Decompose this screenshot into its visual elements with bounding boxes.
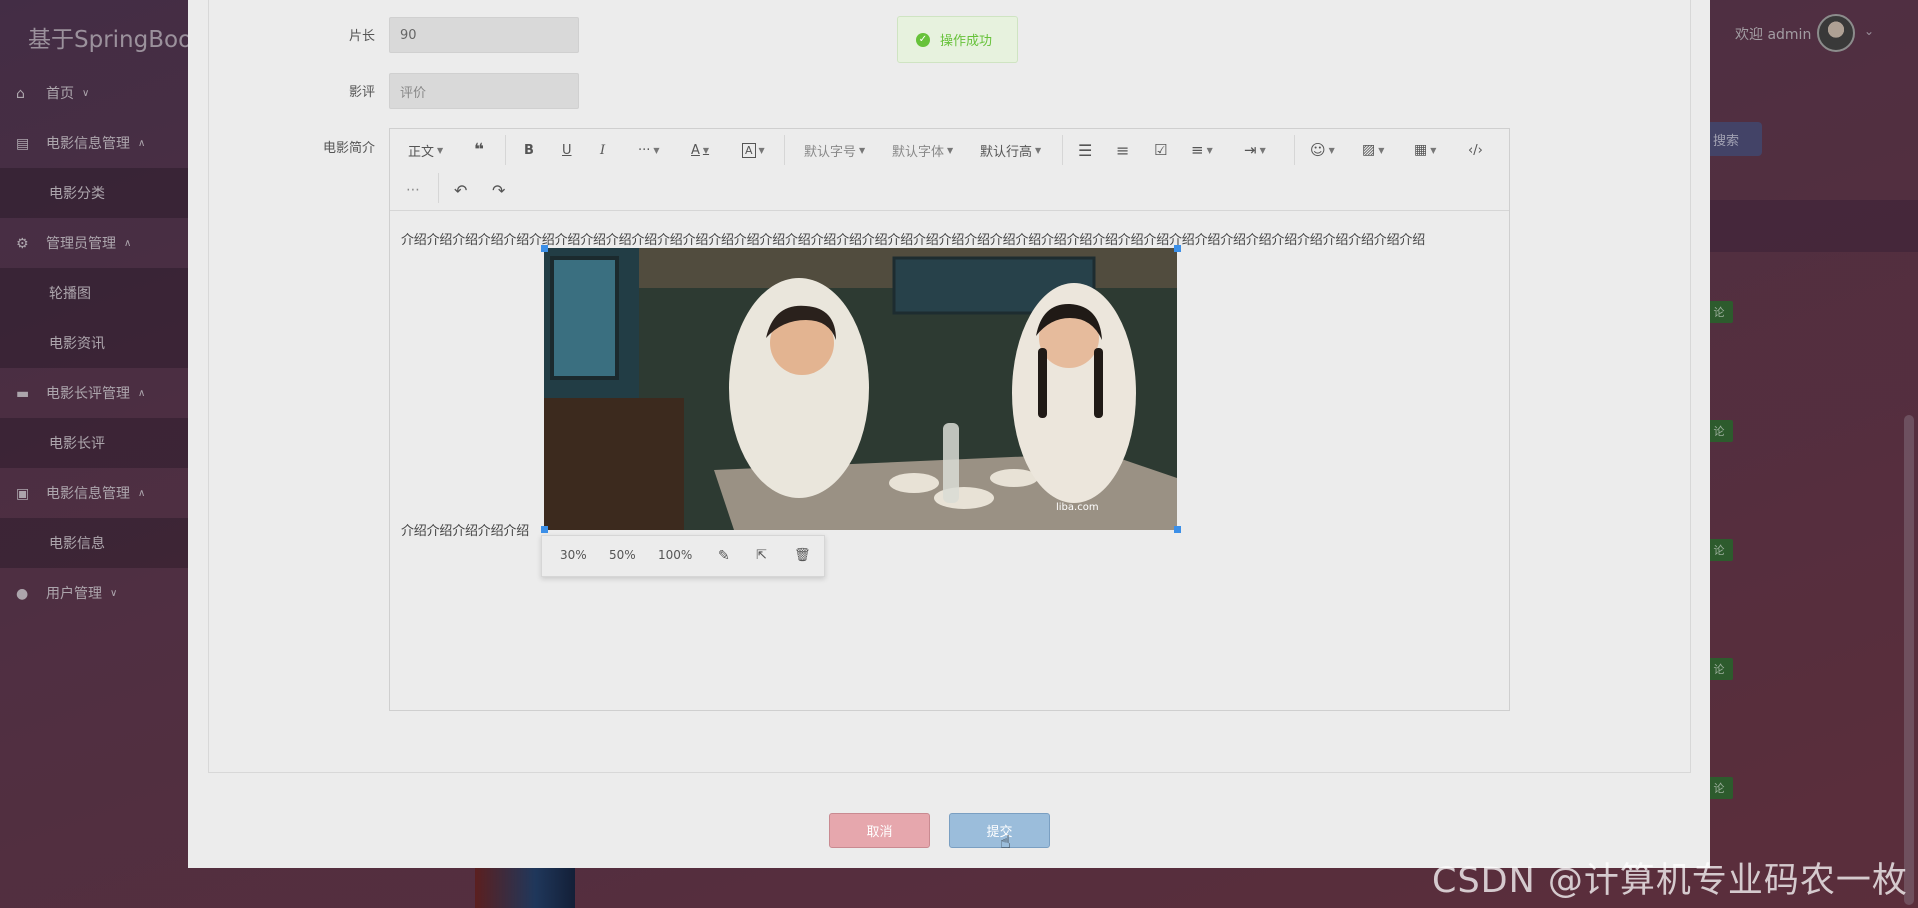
font-color-icon: A — [691, 142, 700, 158]
line-height-label: 默认行高 — [980, 144, 1033, 160]
indent-button[interactable]: ⇥ ▼ — [1244, 139, 1266, 161]
caret-down-icon: ▼ — [859, 145, 866, 155]
toolbar-divider — [1294, 135, 1295, 165]
font-family-select[interactable]: 默认字体 ▼ — [892, 139, 953, 161]
toolbar-divider — [438, 173, 439, 203]
paragraph-select-label: 正文 — [408, 144, 435, 160]
numbered-list-icon[interactable]: ≡ — [1116, 139, 1129, 161]
font-color-button[interactable]: A ▼ — [691, 139, 709, 161]
edit-movie-modal: 片长 90 影评 评价 电影简介 ✓ 操作成功 正文 ▼ ❝ B U I ··· ▼… — [188, 0, 1710, 868]
intro-image[interactable]: liba.com — [544, 248, 1177, 530]
caret-down-icon: ▼ — [947, 145, 954, 155]
caret-down-icon: ▼ — [1328, 145, 1335, 155]
checkbox-icon[interactable]: ☑ — [1154, 139, 1167, 161]
bold-icon[interactable]: B — [524, 139, 534, 161]
external-link-icon[interactable]: ⇱ — [756, 548, 767, 563]
intro-label: 电影简介 — [322, 141, 375, 156]
mouse-cursor-icon: ☝ — [1000, 832, 1011, 853]
review-label: 影评 — [348, 85, 375, 100]
underline-icon[interactable]: U — [562, 139, 572, 161]
font-size-select[interactable]: 默认字号 ▼ — [804, 139, 865, 161]
toast-message: 操作成功 — [940, 34, 993, 49]
image-watermark-text: liba.com — [1056, 502, 1099, 513]
italic-icon[interactable]: I — [600, 139, 605, 161]
paragraph-select[interactable]: 正文 ▼ — [408, 139, 443, 161]
check-circle-icon: ✓ — [916, 32, 930, 47]
emoji-button[interactable]: ☺ ▼ — [1310, 139, 1335, 161]
caret-down-icon: ▼ — [437, 145, 444, 155]
emoji-icon: ☺ — [1310, 141, 1326, 159]
font-size-label: 默认字号 — [804, 144, 857, 160]
caret-down-icon: ▼ — [653, 145, 660, 155]
resize-handle[interactable] — [541, 245, 548, 252]
duration-label: 片长 — [348, 29, 375, 44]
csdn-watermark: CSDN @计算机专业码农一枚 — [1432, 861, 1908, 901]
line-height-select[interactable]: 默认行高 ▼ — [980, 139, 1041, 161]
caret-down-icon: ▼ — [1206, 145, 1213, 155]
duration-input[interactable]: 90 — [389, 17, 579, 53]
quote-icon[interactable]: ❝ — [474, 139, 484, 161]
resize-handle[interactable] — [1174, 245, 1181, 252]
image-icon: ▨ — [1362, 142, 1376, 158]
resize-handle[interactable] — [1174, 526, 1181, 533]
caret-down-icon: ▼ — [758, 145, 765, 155]
resize-handle[interactable] — [541, 526, 548, 533]
bg-color-button[interactable]: A ▼ — [742, 139, 765, 161]
align-left-icon: ≡ — [1191, 141, 1204, 159]
image-toolbar: 30% 50% 100% ✎ ⇱ 🗑 — [541, 535, 825, 577]
caret-down-icon: ▼ — [1378, 145, 1385, 155]
image-size-30-button[interactable]: 30% — [560, 548, 587, 562]
editor-toolbar: 正文▼ ❝ B U I ···▼ A▼ A▼ 默认字号▼ 默认字体▼ — [390, 129, 1509, 211]
trash-icon[interactable]: 🗑 — [794, 548, 811, 563]
toolbar-divider — [505, 135, 506, 165]
caret-down-icon: ▼ — [1430, 145, 1437, 155]
pencil-icon[interactable]: ✎ — [718, 548, 730, 564]
undo-icon[interactable]: ↶ — [454, 179, 467, 201]
review-input[interactable]: 评价 — [389, 73, 579, 109]
font-family-label: 默认字体 — [892, 144, 945, 160]
caret-down-icon: ▼ — [1259, 145, 1266, 155]
more-format-button[interactable]: ··· ▼ — [638, 139, 660, 161]
image-size-50-button[interactable]: 50% — [609, 548, 636, 562]
more-label: ··· — [638, 142, 651, 158]
image-size-100-button[interactable]: 100% — [658, 548, 692, 562]
bullet-list-icon[interactable]: ☰ — [1078, 139, 1092, 161]
code-icon[interactable]: ‹/› — [1468, 139, 1483, 161]
toolbar-divider — [784, 135, 785, 165]
intro-content-line-1[interactable]: 介绍介绍介绍介绍介绍介绍介绍介绍介绍介绍介绍介绍介绍介绍介绍介绍介绍介绍介绍介绍… — [401, 229, 1425, 248]
cancel-button[interactable]: 取消 — [829, 813, 930, 848]
caret-down-icon: ▼ — [1035, 145, 1042, 155]
bg-color-icon: A — [742, 142, 756, 158]
table-icon: ▦ — [1414, 142, 1428, 158]
align-button[interactable]: ≡ ▼ — [1191, 139, 1213, 161]
image-button[interactable]: ▨ ▼ — [1362, 139, 1384, 161]
toolbar-divider — [1062, 135, 1063, 165]
caret-down-icon: ▼ — [702, 145, 710, 155]
intro-content-line-2[interactable]: 介绍介绍介绍介绍介绍 — [401, 520, 541, 539]
divider-icon[interactable]: ⋯ — [406, 179, 420, 201]
success-toast: ✓ 操作成功 — [897, 16, 1018, 63]
rich-text-editor: 正文▼ ❝ B U I ···▼ A▼ A▼ 默认字号▼ 默认字体▼ — [389, 128, 1510, 711]
movie-still-image: liba.com — [544, 248, 1177, 530]
table-button[interactable]: ▦ ▼ — [1414, 139, 1436, 161]
indent-icon: ⇥ — [1244, 141, 1257, 159]
redo-icon[interactable]: ↷ — [492, 179, 505, 201]
